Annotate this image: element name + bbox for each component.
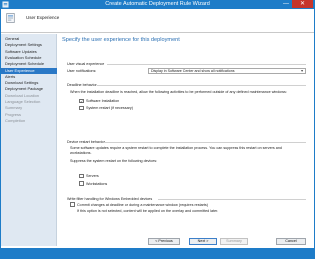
previous-button[interactable]: < Previous xyxy=(148,238,180,245)
user-notifications-value: Display in Software Center and show all … xyxy=(151,68,235,73)
window-title: Create Automatic Deployment Rule Wizard xyxy=(105,1,210,7)
servers-checkbox[interactable] xyxy=(79,173,84,178)
servers-label: Servers xyxy=(86,174,99,178)
deadline-section-label: Deadline behavior xyxy=(67,83,97,87)
window-frame-bottom xyxy=(0,248,315,259)
section-divider xyxy=(97,85,306,86)
user-notifications-dropdown[interactable]: Display in Software Center and show all … xyxy=(148,67,306,74)
workstations-checkbox[interactable] xyxy=(79,181,84,186)
minimize-button[interactable]: — xyxy=(281,0,291,8)
user-notifications-label: User notifications: xyxy=(67,68,97,73)
software-installation-checkbox[interactable]: ✓ xyxy=(79,98,84,104)
window-frame-right xyxy=(314,9,315,248)
check-icon: ✓ xyxy=(80,98,84,104)
commit-changes-checkbox[interactable] xyxy=(70,202,75,207)
wizard-page-icon xyxy=(6,13,15,23)
main-content: Specify the user experience for this dep… xyxy=(58,34,314,246)
deadline-description: When the installation deadline is reache… xyxy=(70,89,287,94)
suppress-restart-label: Suppress the system restart on the follo… xyxy=(70,158,158,163)
user-visual-section-label: User visual experience xyxy=(67,62,105,66)
page-banner: User Experience xyxy=(1,9,314,33)
system-restart-label: System restart (if necessary) xyxy=(86,106,133,110)
write-filter-note: If this option is not selected, content … xyxy=(77,208,219,213)
commit-changes-label: Commit changes at deadline or during a m… xyxy=(77,202,208,207)
wizard-sidebar: General Deployment Settings Software Upd… xyxy=(1,34,57,246)
software-installation-label: Software Installation xyxy=(86,99,120,103)
section-divider xyxy=(158,199,306,200)
next-button[interactable]: Next > xyxy=(189,238,217,245)
system-restart-checkbox[interactable] xyxy=(79,105,84,110)
page-heading: Specify the user experience for this dep… xyxy=(62,37,180,43)
section-divider xyxy=(107,64,306,65)
chevron-down-icon: ▼ xyxy=(300,68,304,73)
summary-button: Summary xyxy=(220,238,248,245)
banner-title: User Experience xyxy=(26,15,60,20)
restart-section-label: Device restart behavior xyxy=(67,140,105,144)
sidebar-item-completion: Completion xyxy=(5,117,26,123)
restart-description-line1: Some software updates require a system r… xyxy=(70,146,282,150)
title-bar: Create Automatic Deployment Rule Wizard … xyxy=(0,0,315,9)
cancel-button[interactable]: Cancel xyxy=(276,238,306,245)
restart-description-line2: workstations. xyxy=(70,151,92,155)
close-button[interactable]: ✕ xyxy=(292,0,313,8)
workstations-label: Workstations xyxy=(86,181,108,186)
section-divider xyxy=(104,142,306,143)
write-filter-section-label: Write filter handling for Windows Embedd… xyxy=(67,197,153,201)
wizard-footer: < Previous Next > Summary Cancel xyxy=(58,238,314,248)
